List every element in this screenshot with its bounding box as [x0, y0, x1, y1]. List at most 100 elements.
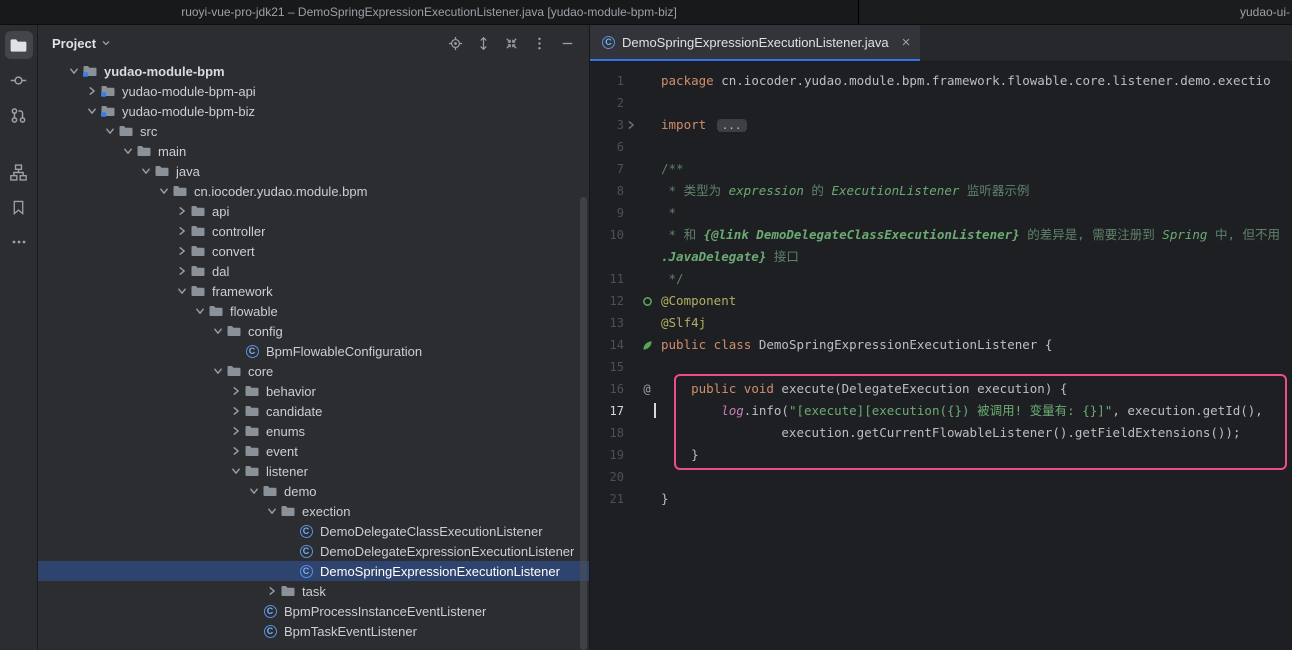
code-line[interactable]: 17 log.info("[execute][execution({}) 被调用…: [590, 400, 1292, 422]
tree-item[interactable]: CDemoDelegateExpressionExecutionListener: [38, 541, 589, 561]
chevron-collapsed-icon[interactable]: [228, 426, 244, 436]
tree-item[interactable]: CBpmProcessInstanceEventListener: [38, 601, 589, 621]
code-line[interactable]: 2: [590, 92, 1292, 114]
spring-bean-icon[interactable]: [637, 290, 657, 312]
tree-item[interactable]: CDemoDelegateClassExecutionListener: [38, 521, 589, 541]
chevron-expanded-icon[interactable]: [228, 466, 244, 476]
tree-item[interactable]: main: [38, 141, 589, 161]
project-panel-title[interactable]: Project: [52, 36, 111, 51]
code-line[interactable]: 1package cn.iocoder.yudao.module.bpm.fra…: [590, 70, 1292, 92]
fold-collapsed-icon[interactable]: [624, 114, 637, 136]
tree-item[interactable]: cn.iocoder.yudao.module.bpm: [38, 181, 589, 201]
code-line[interactable]: 19 }: [590, 444, 1292, 466]
tree-item[interactable]: core: [38, 361, 589, 381]
code-line[interactable]: 13@Slf4j: [590, 312, 1292, 334]
tree-item[interactable]: behavior: [38, 381, 589, 401]
chevron-collapsed-icon[interactable]: [228, 446, 244, 456]
bookmarks-icon[interactable]: [5, 193, 33, 221]
code-line[interactable]: .JavaDelegate} 接口: [590, 246, 1292, 268]
project-panel-header: Project: [38, 25, 589, 61]
chevron-collapsed-icon[interactable]: [228, 406, 244, 416]
code-line[interactable]: 12@Component: [590, 290, 1292, 312]
tree-item[interactable]: yudao-module-bpm-api: [38, 81, 589, 101]
chevron-expanded-icon[interactable]: [210, 326, 226, 336]
tree-item[interactable]: task: [38, 581, 589, 601]
chevron-expanded-icon[interactable]: [246, 486, 262, 496]
code-text: * 和 {@link DemoDelegateClassExecutionLis…: [657, 224, 1280, 246]
code-line[interactable]: 15: [590, 356, 1292, 378]
chevron-collapsed-icon[interactable]: [174, 246, 190, 256]
chevron-expanded-icon[interactable]: [120, 146, 136, 156]
tree-item[interactable]: enums: [38, 421, 589, 441]
tool-window-stripe: [0, 25, 38, 650]
tree-item[interactable]: exection: [38, 501, 589, 521]
spring-leaf-icon[interactable]: [637, 334, 657, 356]
project-scrollbar[interactable]: [580, 197, 587, 650]
chevron-expanded-icon[interactable]: [192, 306, 208, 316]
tree-item[interactable]: event: [38, 441, 589, 461]
tree-item[interactable]: config: [38, 321, 589, 341]
tree-item-label: DemoSpringExpressionExecutionListener: [320, 564, 560, 579]
tab-label: DemoSpringExpressionExecutionListener.ja…: [622, 35, 889, 50]
tree-item[interactable]: yudao-module-bpm-biz: [38, 101, 589, 121]
code-line[interactable]: 7/**: [590, 158, 1292, 180]
tree-item-label: main: [158, 144, 186, 159]
chevron-collapsed-icon[interactable]: [228, 386, 244, 396]
chevron-expanded-icon[interactable]: [210, 366, 226, 376]
commit-icon[interactable]: [5, 66, 33, 94]
more-icon[interactable]: [5, 228, 33, 256]
tree-item[interactable]: demo: [38, 481, 589, 501]
code-line[interactable]: 10 * 和 {@link DemoDelegateClassExecution…: [590, 224, 1292, 246]
line-number: 3: [590, 114, 624, 136]
chevron-expanded-icon[interactable]: [156, 186, 172, 196]
at-icon[interactable]: @: [637, 378, 657, 400]
tree-item[interactable]: src: [38, 121, 589, 141]
locate-icon[interactable]: [448, 36, 463, 51]
tree-item[interactable]: java: [38, 161, 589, 181]
code-line[interactable]: 8 * 类型为 expression 的 ExecutionListener 监…: [590, 180, 1292, 202]
hide-icon[interactable]: [560, 36, 575, 51]
chevron-expanded-icon[interactable]: [66, 66, 82, 76]
chevron-expanded-icon[interactable]: [84, 106, 100, 116]
code-line[interactable]: 6: [590, 136, 1292, 158]
tree-item[interactable]: listener: [38, 461, 589, 481]
tree-item[interactable]: CBpmFlowableConfiguration: [38, 341, 589, 361]
expand-all-icon[interactable]: [476, 36, 491, 51]
code-line[interactable]: 16@ public void execute(DelegateExecutio…: [590, 378, 1292, 400]
tree-item[interactable]: yudao-module-bpm: [38, 61, 589, 81]
chevron-expanded-icon[interactable]: [174, 286, 190, 296]
chevron-expanded-icon[interactable]: [102, 126, 118, 136]
tree-item[interactable]: CBpmTaskEventListener: [38, 621, 589, 641]
code-line[interactable]: 18 execution.getCurrentFlowableListener(…: [590, 422, 1292, 444]
tree-item[interactable]: api: [38, 201, 589, 221]
chevron-expanded-icon[interactable]: [138, 166, 154, 176]
options-icon[interactable]: [532, 36, 547, 51]
chevron-expanded-icon[interactable]: [264, 506, 280, 516]
tree-item[interactable]: convert: [38, 241, 589, 261]
chevron-collapsed-icon[interactable]: [174, 266, 190, 276]
tab-close-icon[interactable]: ×: [902, 35, 911, 50]
code-line[interactable]: 3import ...: [590, 114, 1292, 136]
tree-item[interactable]: candidate: [38, 401, 589, 421]
fold-spacer: [624, 268, 637, 290]
tree-item[interactable]: flowable: [38, 301, 589, 321]
chevron-collapsed-icon[interactable]: [174, 226, 190, 236]
chevron-collapsed-icon[interactable]: [264, 586, 280, 596]
chevron-collapsed-icon[interactable]: [84, 86, 100, 96]
code-line[interactable]: 9 *: [590, 202, 1292, 224]
code-editor[interactable]: 1package cn.iocoder.yudao.module.bpm.fra…: [590, 62, 1292, 650]
tree-item[interactable]: dal: [38, 261, 589, 281]
tree-item[interactable]: CDemoSpringExpressionExecutionListener: [38, 561, 589, 581]
chevron-collapsed-icon[interactable]: [174, 206, 190, 216]
tree-item[interactable]: controller: [38, 221, 589, 241]
collapse-all-icon[interactable]: [504, 36, 519, 51]
code-line[interactable]: 14public class DemoSpringExpressionExecu…: [590, 334, 1292, 356]
code-line[interactable]: 20: [590, 466, 1292, 488]
code-line[interactable]: 21}: [590, 488, 1292, 510]
project-icon[interactable]: [5, 31, 33, 59]
structure-icon[interactable]: [5, 158, 33, 186]
editor-tab[interactable]: C DemoSpringExpressionExecutionListener.…: [590, 25, 920, 61]
tree-item[interactable]: framework: [38, 281, 589, 301]
code-line[interactable]: 11 */: [590, 268, 1292, 290]
pull-requests-icon[interactable]: [5, 101, 33, 129]
